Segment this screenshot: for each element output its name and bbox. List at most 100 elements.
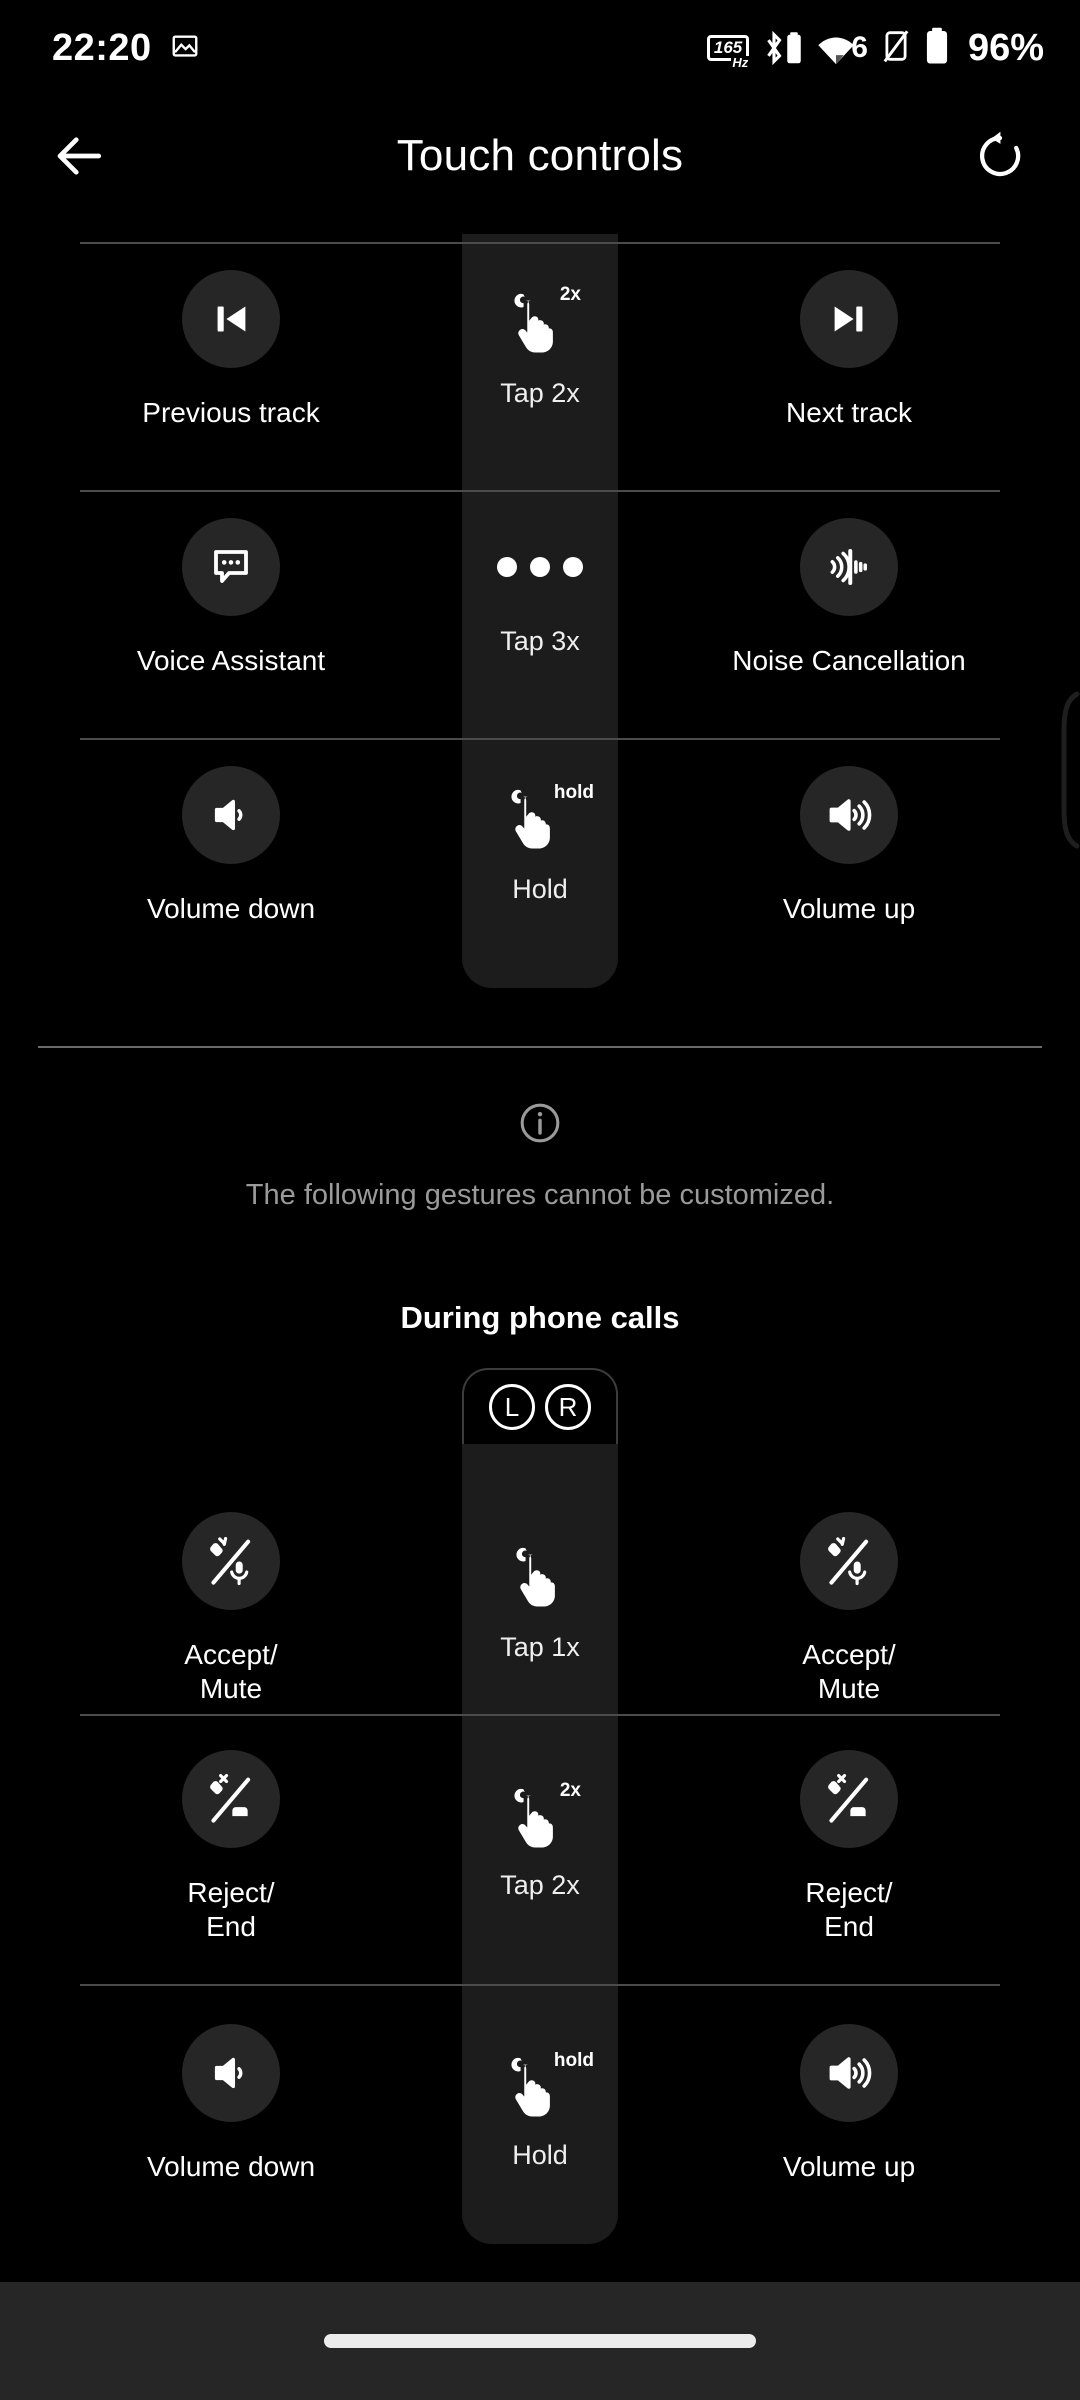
gesture-row: Volume down hold Hold Volume up	[0, 1984, 1080, 2244]
tap-hand-icon: hold	[480, 766, 600, 864]
accept-mute-icon	[182, 1512, 280, 1610]
tap-hand-icon: 2x	[485, 1764, 595, 1862]
dot-2	[530, 557, 550, 577]
status-bar: 22:20 165 Hz 6 96%	[0, 0, 1080, 96]
control-cell-voice-assistant[interactable]: Voice Assistant	[0, 518, 462, 730]
battery-icon	[924, 26, 950, 71]
tap-hand-icon	[485, 1526, 595, 1624]
control-label: Volume up	[782, 893, 916, 924]
wifi-icon: 6	[817, 31, 868, 65]
gesture-label: Hold	[512, 874, 568, 904]
earbud-left-badge: L	[489, 1384, 535, 1430]
gesture-row: Voice Assistant Tap 3x Noise Cancellatio…	[0, 482, 1080, 730]
phone-calls-gestures-section: Accept/ Mute Tap 1x Accept/ Mute Reject/…	[0, 1444, 1080, 2244]
gesture-superscript: 2x	[559, 1780, 581, 1801]
info-icon	[517, 1103, 563, 1150]
gallery-icon	[170, 31, 200, 66]
control-cell-reject-end-right: Reject/ End	[618, 1750, 1080, 1984]
control-label: Reject/ End	[805, 1877, 893, 1943]
three-dots-group	[497, 557, 583, 577]
bluetooth-icon	[763, 29, 803, 67]
section-divider	[38, 1046, 1042, 1048]
control-cell-volume-up-call: Volume up	[618, 2024, 1080, 2244]
control-label: Accept/ Mute	[802, 1639, 896, 1705]
bluetooth-battery-icon	[787, 32, 801, 64]
volume-up-icon	[800, 766, 898, 864]
gesture-row: Volume down hold Hold Volume up	[0, 730, 1080, 978]
control-cell-previous-track[interactable]: Previous track	[0, 270, 462, 482]
reject-end-icon	[182, 1750, 280, 1848]
info-block: The following gestures cannot be customi…	[0, 1100, 1080, 1212]
row-divider	[80, 1714, 1000, 1716]
gesture-cell-tap-1x: Tap 1x	[462, 1512, 618, 1714]
gesture-superscript: hold	[553, 2050, 594, 2071]
gesture-row: Accept/ Mute Tap 1x Accept/ Mute	[0, 1444, 1080, 1714]
control-cell-reject-end-left: Reject/ End	[0, 1750, 462, 1984]
row-divider	[80, 738, 1000, 740]
info-text: The following gestures cannot be customi…	[245, 1179, 835, 1211]
dot-1	[497, 557, 517, 577]
customizable-gestures-section: Previous track 2x Tap 2x Next track Voic…	[0, 234, 1080, 988]
control-label: Voice Assistant	[136, 645, 326, 676]
control-label: Volume down	[146, 893, 316, 924]
control-cell-next-track[interactable]: Next track	[618, 270, 1080, 482]
row-divider	[80, 242, 1000, 244]
gesture-label: Tap 2x	[500, 1870, 580, 1900]
previous-track-icon	[182, 270, 280, 368]
control-cell-accept-mute-left: Accept/ Mute	[0, 1512, 462, 1714]
phone-screen: 22:20 165 Hz 6 96% Touch controls Previo…	[0, 0, 1080, 2400]
volume-up-icon	[800, 2024, 898, 2122]
gesture-cell-hold: hold Hold	[462, 766, 618, 978]
control-cell-volume-down-call: Volume down	[0, 2024, 462, 2244]
control-label: Next track	[785, 397, 913, 428]
gesture-row: Reject/ End 2x Tap 2x Reject/ End	[0, 1714, 1080, 1984]
control-label: Volume down	[146, 2151, 316, 2182]
reset-button[interactable]	[964, 120, 1036, 192]
noise-cancellation-icon	[800, 518, 898, 616]
voice-assistant-icon	[182, 518, 280, 616]
vibrate-off-icon	[882, 29, 910, 68]
gesture-cell-hold-call: hold Hold	[462, 2024, 618, 2244]
control-cell-accept-mute-right: Accept/ Mute	[618, 1512, 1080, 1714]
page-title: Touch controls	[396, 131, 684, 180]
calls-section-title: During phone calls	[400, 1300, 680, 1335]
control-label: Noise Cancellation	[732, 645, 966, 676]
gesture-row: Previous track 2x Tap 2x Next track	[0, 234, 1080, 482]
app-header: Touch controls	[0, 96, 1080, 216]
control-label: Volume up	[782, 2151, 916, 2182]
earbud-right-badge: R	[545, 1384, 591, 1430]
gesture-label: Tap 2x	[500, 378, 580, 408]
gesture-cell-tap-3x: Tap 3x	[462, 518, 618, 730]
three-dots-icon	[497, 518, 583, 616]
volume-down-icon	[182, 2024, 280, 2122]
status-bar-left: 22:20	[52, 27, 200, 70]
gesture-label: Tap 3x	[500, 626, 580, 656]
control-label: Previous track	[142, 397, 320, 428]
system-navigation-bar	[0, 2282, 1080, 2400]
accept-mute-icon	[800, 1512, 898, 1610]
earbud-lr-header: L R	[462, 1368, 618, 1444]
next-track-icon	[800, 270, 898, 368]
control-cell-volume-down[interactable]: Volume down	[0, 766, 462, 978]
control-label: Accept/ Mute	[184, 1639, 278, 1705]
reject-end-icon	[800, 1750, 898, 1848]
status-clock: 22:20	[52, 26, 152, 69]
row-divider	[80, 490, 1000, 492]
dot-3	[563, 557, 583, 577]
control-cell-noise-cancellation[interactable]: Noise Cancellation	[618, 518, 1080, 730]
gesture-cell-tap-2x-call: 2x Tap 2x	[462, 1750, 618, 1984]
wifi-generation-label: 6	[851, 31, 868, 64]
gesture-label: Tap 1x	[500, 1632, 580, 1662]
refresh-rate-badge: 165 Hz	[706, 35, 750, 70]
battery-percent-label: 96%	[967, 26, 1044, 69]
home-gesture-pill[interactable]	[324, 2334, 756, 2348]
scroll-indicator[interactable]	[1044, 690, 1080, 850]
status-bar-right: 165 Hz 6 96%	[706, 26, 1044, 71]
control-cell-volume-up[interactable]: Volume up	[618, 766, 1080, 978]
back-button[interactable]	[44, 120, 116, 192]
gesture-superscript: 2x	[559, 284, 581, 305]
control-label: Reject/ End	[187, 1877, 275, 1943]
volume-down-icon	[182, 766, 280, 864]
row-divider	[80, 1984, 1000, 1986]
gesture-superscript: hold	[553, 782, 594, 803]
